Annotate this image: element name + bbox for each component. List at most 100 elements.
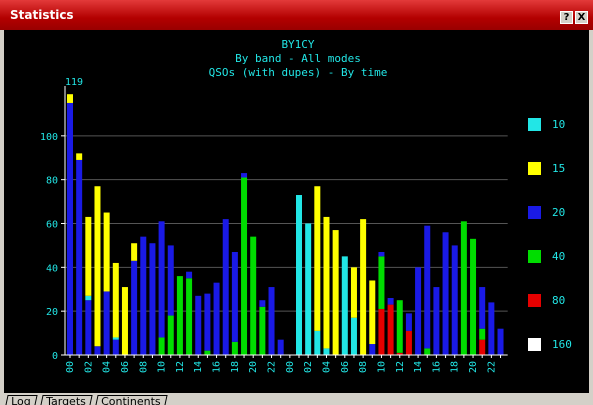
bar-segment-40 bbox=[470, 238, 477, 355]
y-tick-label: 100 bbox=[40, 132, 58, 143]
bar-segment-20 bbox=[268, 287, 275, 355]
y-tick-label: 40 bbox=[46, 263, 58, 274]
x-tick-label: 18 bbox=[450, 361, 461, 373]
bar-segment-20 bbox=[451, 245, 458, 355]
bar-segment-20 bbox=[67, 102, 73, 355]
tab-log-label: Log bbox=[11, 395, 31, 405]
bar-segment-20 bbox=[158, 221, 165, 338]
legend-label-40: 40 bbox=[552, 250, 565, 263]
legend-label-10: 10 bbox=[552, 118, 565, 131]
bar-segment-10 bbox=[350, 317, 357, 355]
bar-segment-20 bbox=[231, 251, 238, 342]
statistics-window: Statistics ? X BY1CY By band - All modes… bbox=[0, 0, 593, 405]
bar-segment-20 bbox=[103, 291, 110, 355]
bar-segment-20 bbox=[85, 300, 92, 355]
x-tick-label: 20 bbox=[248, 361, 259, 373]
bar-segment-20 bbox=[387, 298, 394, 305]
bar-segment-20 bbox=[442, 232, 449, 355]
bar-segment-40 bbox=[231, 341, 238, 355]
x-tick-label: 14 bbox=[193, 361, 204, 373]
title-bar[interactable]: Statistics ? X bbox=[0, 0, 593, 30]
bar-segment-15 bbox=[94, 186, 101, 347]
x-tick-label: 08 bbox=[358, 361, 369, 373]
bar-segment-40 bbox=[460, 221, 467, 355]
bar-segment-20 bbox=[479, 287, 486, 329]
bar-segment-20 bbox=[369, 344, 376, 355]
legend-label-160: 160 bbox=[552, 338, 572, 351]
bar-segment-20 bbox=[433, 287, 440, 355]
bar-segment-10 bbox=[296, 195, 302, 355]
x-tick-label: 12 bbox=[175, 361, 186, 373]
y-tick-label: 80 bbox=[46, 176, 58, 187]
tab-continents[interactable]: Continents bbox=[94, 395, 168, 405]
x-tick-label: 10 bbox=[376, 361, 387, 373]
bar-segment-40 bbox=[378, 256, 385, 309]
bar-segment-10 bbox=[323, 348, 330, 355]
x-tick-label: 06 bbox=[120, 361, 131, 373]
chart-subtitle: By band - All modes bbox=[235, 52, 361, 65]
bar-segment-15 bbox=[85, 216, 92, 296]
x-tick-label: 12 bbox=[395, 361, 406, 373]
bar-segment-40 bbox=[186, 278, 193, 355]
chart-title: BY1CY bbox=[281, 38, 314, 51]
bar-segment-40 bbox=[167, 315, 174, 355]
x-tick-label: 02 bbox=[83, 361, 94, 373]
bar-segment-20 bbox=[378, 251, 385, 257]
bar-segment-20 bbox=[497, 328, 504, 355]
y-tick-label: 0 bbox=[52, 351, 58, 362]
bar-segment-20 bbox=[140, 236, 147, 355]
y-tick-label: 20 bbox=[46, 307, 58, 318]
tab-log[interactable]: Log bbox=[4, 395, 38, 405]
statistics-chart: BY1CY By band - All modes QSOs (with dup… bbox=[40, 38, 572, 373]
x-tick-label: 16 bbox=[431, 361, 442, 373]
bar-segment-15 bbox=[360, 219, 367, 355]
bar-segment-40 bbox=[250, 236, 257, 355]
bar-segment-80 bbox=[405, 330, 412, 355]
bar-segment-40 bbox=[396, 300, 403, 353]
max-value-label: 119 bbox=[65, 77, 83, 88]
x-tick-label: 02 bbox=[303, 361, 314, 373]
bar-segment-15 bbox=[131, 243, 138, 261]
bar-segment-40 bbox=[158, 337, 165, 355]
y-tick-label: 60 bbox=[46, 220, 58, 231]
bar-segment-10 bbox=[314, 330, 321, 355]
bar-segment-40 bbox=[204, 350, 211, 355]
close-button[interactable]: X bbox=[575, 11, 588, 24]
bar-segment-15 bbox=[121, 287, 128, 355]
bar-segment-20 bbox=[186, 271, 193, 279]
chart-title-group: BY1CY By band - All modes QSOs (with dup… bbox=[65, 38, 387, 88]
bar-segment-15 bbox=[67, 94, 73, 103]
bar-segment-80 bbox=[378, 308, 385, 355]
bar-segment-10 bbox=[85, 295, 92, 301]
x-tick-label: 10 bbox=[157, 361, 168, 373]
legend-swatch-40 bbox=[528, 250, 541, 263]
bar-segment-20 bbox=[76, 159, 83, 355]
axes bbox=[61, 86, 508, 358]
tab-continents-label: Continents bbox=[101, 395, 161, 405]
bar-segment-15 bbox=[350, 267, 357, 318]
bar-segment-20 bbox=[222, 219, 229, 355]
legend: 10 15 20 40 80 160 bbox=[528, 118, 572, 351]
tab-targets-label: Targets bbox=[46, 395, 86, 405]
bar-segment-20 bbox=[277, 339, 284, 355]
tab-bar: Log Targets Continents bbox=[0, 393, 593, 405]
bar-segment-15 bbox=[332, 230, 339, 355]
bar-segment-20 bbox=[259, 300, 266, 307]
tab-targets[interactable]: Targets bbox=[39, 395, 93, 405]
bar-segment-20 bbox=[405, 313, 412, 331]
legend-swatch-15 bbox=[528, 162, 541, 175]
legend-label-20: 20 bbox=[552, 206, 565, 219]
bar-segment-20 bbox=[112, 339, 119, 355]
x-tick-label: 22 bbox=[486, 361, 497, 373]
chart-subtitle-2: QSOs (with dupes) - By time bbox=[209, 66, 388, 79]
bar-segment-20 bbox=[241, 173, 248, 178]
bar-segment-20 bbox=[94, 346, 101, 355]
bar-segment-20 bbox=[213, 282, 220, 355]
help-button[interactable]: ? bbox=[560, 11, 573, 24]
x-tick-label: 06 bbox=[340, 361, 351, 373]
bar-segment-15 bbox=[76, 153, 83, 160]
bar-segment-40 bbox=[424, 348, 431, 355]
bar-segment-15 bbox=[112, 262, 119, 338]
bars bbox=[67, 94, 504, 355]
bar-segment-15 bbox=[323, 216, 330, 349]
